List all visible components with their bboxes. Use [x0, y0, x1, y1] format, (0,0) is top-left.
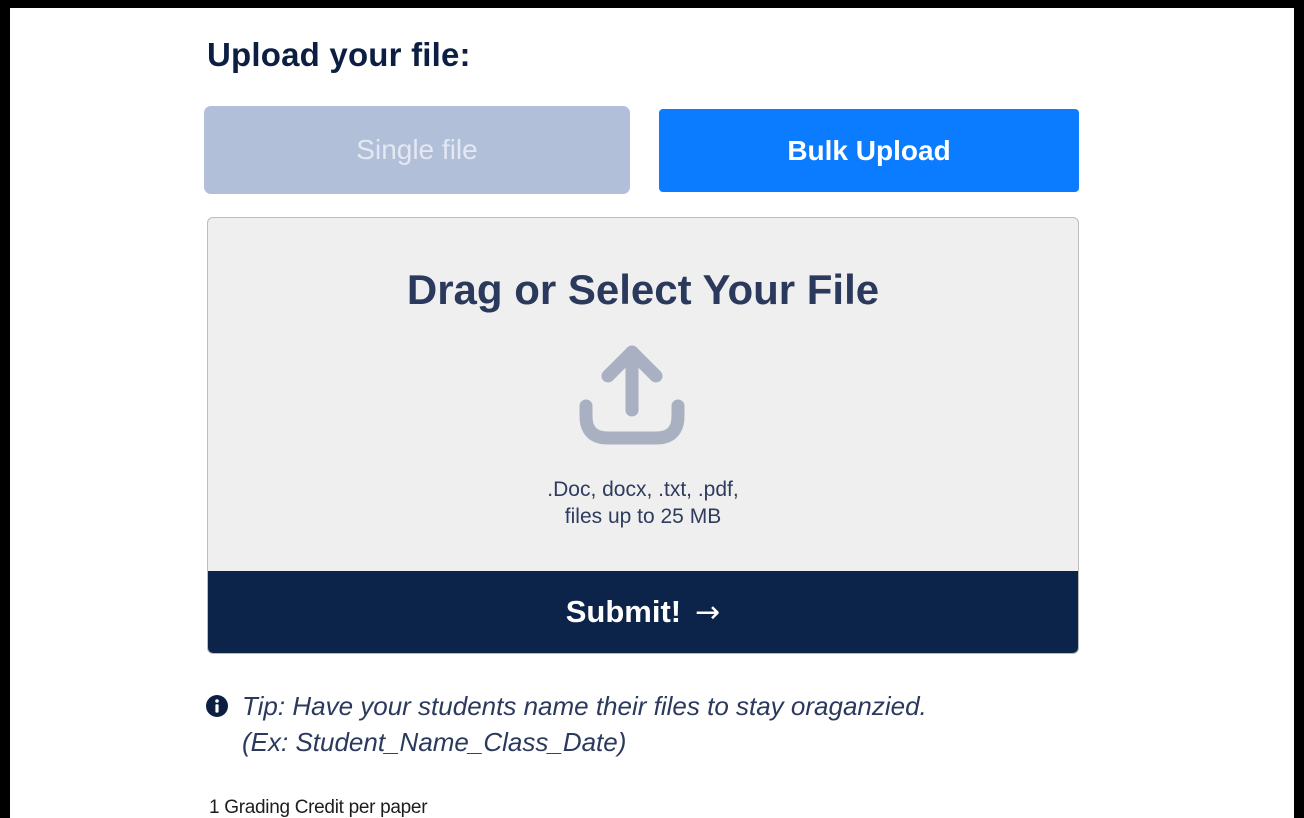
tip-note: Tip: Have your students name their files… — [206, 688, 927, 760]
credit-note: 1 Grading Credit per paper — [209, 797, 428, 818]
tab-bulk-upload-label: Bulk Upload — [787, 134, 951, 166]
dropzone-title: Drag or Select Your File — [406, 266, 880, 313]
formats-text: .Doc, docx, .txt, .pdf, — [547, 478, 739, 501]
file-dropzone[interactable]: Drag or Select Your File .Doc, docx, .tx… — [207, 217, 1079, 654]
upload-panel: Upload your file: Single file Bulk Uploa… — [10, 8, 1294, 818]
tab-bulk-upload[interactable]: Bulk Upload — [659, 109, 1079, 192]
tab-single-file[interactable]: Single file — [204, 106, 630, 194]
accepted-formats: .Doc, docx, .txt, .pdf, files up to 25 M… — [208, 476, 1078, 530]
arrow-right-icon: → — [695, 594, 721, 630]
upload-icon — [579, 345, 685, 445]
tip-text: Tip: Have your students name their files… — [242, 691, 927, 721]
submit-label: Submit! — [565, 594, 682, 629]
page-title: Upload your file: — [207, 36, 471, 73]
info-icon — [206, 695, 228, 717]
tab-single-file-label: Single file — [356, 134, 478, 165]
size-limit-text: files up to 25 MB — [564, 505, 722, 528]
tip-example: (Ex: Student_Name_Class_Date) — [242, 727, 627, 757]
submit-button[interactable]: Submit! → — [208, 571, 1078, 653]
